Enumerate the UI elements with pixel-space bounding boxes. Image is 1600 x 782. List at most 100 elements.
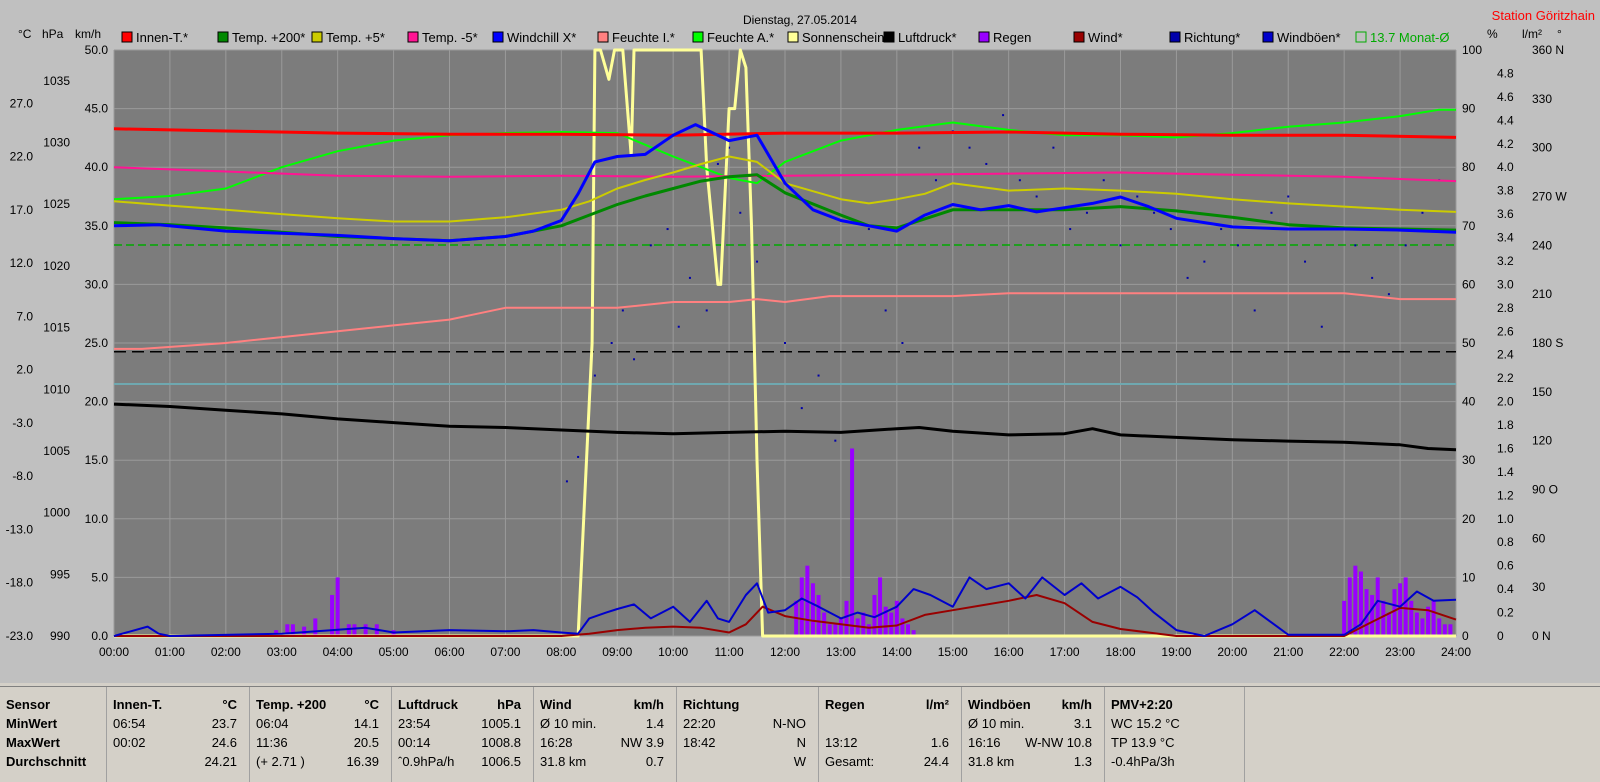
direction-point — [1069, 228, 1072, 231]
legend-swatch — [492, 31, 504, 43]
tick-label-rain: 3.2 — [1497, 254, 1514, 268]
stats-row: 23:54 1005.1 — [398, 716, 527, 735]
tick-label-direction: 210 — [1532, 287, 1552, 301]
tick-label-time: 24:00 — [1441, 645, 1471, 659]
tick-label-direction: 120 — [1532, 434, 1552, 448]
stats-cell-label: 16:28 — [540, 735, 573, 750]
stats-cell-value: 1006.5 — [481, 754, 521, 769]
stats-cell-label: 13:12 — [825, 735, 858, 750]
tick-label-direction: 0 N — [1532, 629, 1551, 643]
direction-point — [716, 162, 719, 165]
stats-header: Windböen km/h — [968, 697, 1098, 716]
axis-unit-deg: ° — [1557, 27, 1562, 41]
tick-label-temp: 17.0 — [10, 203, 34, 217]
tick-label-time: 10:00 — [658, 645, 688, 659]
tick-label-time: 05:00 — [379, 645, 409, 659]
stats-row: MaxWert — [6, 735, 100, 754]
stats-row: 13:12 1.6 — [825, 735, 955, 754]
tick-label-percent: 0 — [1462, 629, 1469, 643]
rain-bar — [799, 577, 804, 636]
tick-label-speed: 0.0 — [91, 629, 108, 643]
stats-column: Wind km/h Ø 10 min. 1.4 16:28 NW 3.9 31.8 km 0.… — [534, 687, 677, 782]
tick-label-time: 01:00 — [155, 645, 185, 659]
rain-bar — [363, 624, 368, 636]
stats-column: PMV+2:20 WC 15.2 °C TP 13.9 °C -0.4hPa/3h — [1105, 687, 1245, 782]
legend-item: Feuchte A.* — [707, 30, 774, 45]
tick-label-temp: 2.0 — [16, 363, 33, 377]
tick-label-rain: 0.2 — [1497, 606, 1514, 620]
legend-item: Sonnenschein — [802, 30, 884, 45]
stats-cell-label: 16:16 — [968, 735, 1001, 750]
tick-label-percent: 60 — [1462, 277, 1476, 291]
direction-point — [1136, 195, 1139, 198]
tick-label-direction: 150 — [1532, 385, 1552, 399]
stats-column: Windböen km/h Ø 10 min. 3.1 16:16 W-NW 10.8 31… — [962, 687, 1105, 782]
tick-label-direction: 90 O — [1532, 483, 1558, 497]
tick-label-rain: 2.4 — [1497, 348, 1514, 362]
tick-label-speed: 25.0 — [85, 336, 109, 350]
tick-label-rain: 4.4 — [1497, 113, 1514, 127]
tick-label-speed: 50.0 — [85, 43, 109, 57]
stats-row: 24.21 — [113, 754, 243, 773]
stats-row: WC 15.2 °C — [1111, 716, 1238, 735]
direction-point — [1421, 211, 1424, 214]
rain-bar — [816, 594, 821, 636]
stats-cell-label: ˆ0.9hPa/h — [398, 754, 455, 769]
stats-cell-value: 3.1 — [1073, 716, 1092, 731]
stats-cell-value: 20.5 — [353, 735, 379, 750]
rain-bar — [1414, 612, 1419, 636]
stats-row: Durchschnitt — [6, 754, 100, 773]
rain-bar — [1342, 600, 1347, 636]
tick-label-time: 09:00 — [602, 645, 632, 659]
stats-header-label: Regen — [825, 697, 865, 712]
tick-label-direction: 60 — [1532, 531, 1546, 545]
direction-point — [867, 228, 870, 231]
rain-bar — [1420, 618, 1425, 636]
tick-label-percent: 30 — [1462, 453, 1476, 467]
stats-header-label: Temp. +200 — [256, 697, 327, 712]
tick-label-direction: 360 N — [1532, 43, 1564, 57]
tick-label-rain: 4.6 — [1497, 90, 1514, 104]
direction-point — [1052, 146, 1055, 149]
tick-label-time: 02:00 — [211, 645, 241, 659]
legend-item: Temp. +200* — [232, 30, 305, 45]
stats-cell-extra: NW 3.9 — [620, 735, 664, 750]
stats-cell-value: 1.4 — [645, 716, 664, 731]
stats-cell-value: N-NO — [772, 716, 806, 731]
stats-row: MinWert — [6, 716, 100, 735]
direction-point — [901, 342, 904, 344]
tick-label-rain: 3.8 — [1497, 184, 1514, 198]
stats-cell-value: 0.7 — [645, 754, 664, 769]
direction-point — [633, 358, 636, 361]
weather-chart: Dienstag, 27.05.2014 Station Göritzhain °C… — [6, 8, 1595, 659]
stats-header-unit: l/m² — [925, 697, 949, 712]
direction-point — [1018, 179, 1021, 182]
rain-bar — [822, 612, 827, 636]
tick-label-rain: 0.6 — [1497, 559, 1514, 573]
stats-column: Innen-T. °C 06:54 23.7 00:02 24.6 24.21 — [107, 687, 250, 782]
direction-point — [834, 439, 837, 442]
stats-column: Luftdruck hPa 23:54 1005.1 00:14 1008.8 ˆ0.9hP… — [392, 687, 534, 782]
tick-label-time: 08:00 — [546, 645, 576, 659]
tick-label-direction: 270 W — [1532, 190, 1567, 204]
tick-label-direction: 30 — [1532, 580, 1546, 594]
stats-cell-value: W — [793, 754, 806, 769]
stats-table: Sensor MinWert MaxWert Durchschnitt Innen-T.… — [0, 686, 1600, 782]
legend-swatch — [978, 31, 990, 43]
stats-header-label: Sensor — [6, 697, 51, 712]
legend-swatch — [1262, 31, 1274, 43]
legend-swatch — [1073, 31, 1085, 43]
tick-label-time: 22:00 — [1329, 645, 1359, 659]
stats-cell-label: 31.8 km — [540, 754, 587, 769]
tick-label-rain: 3.4 — [1497, 231, 1514, 245]
rain-bar — [1381, 600, 1386, 636]
tick-label-direction: 300 — [1532, 141, 1552, 155]
tick-label-speed: 30.0 — [85, 277, 109, 291]
tick-label-rain: 0 — [1497, 629, 1504, 643]
legend-item: Windböen* — [1277, 30, 1341, 45]
stats-header-label: Luftdruck — [398, 697, 458, 712]
stats-row — [825, 716, 955, 735]
tick-label-rain: 3.6 — [1497, 207, 1514, 221]
stats-row: ˆ0.9hPa/h 1006.5 — [398, 754, 527, 773]
rain-bar — [833, 624, 838, 636]
